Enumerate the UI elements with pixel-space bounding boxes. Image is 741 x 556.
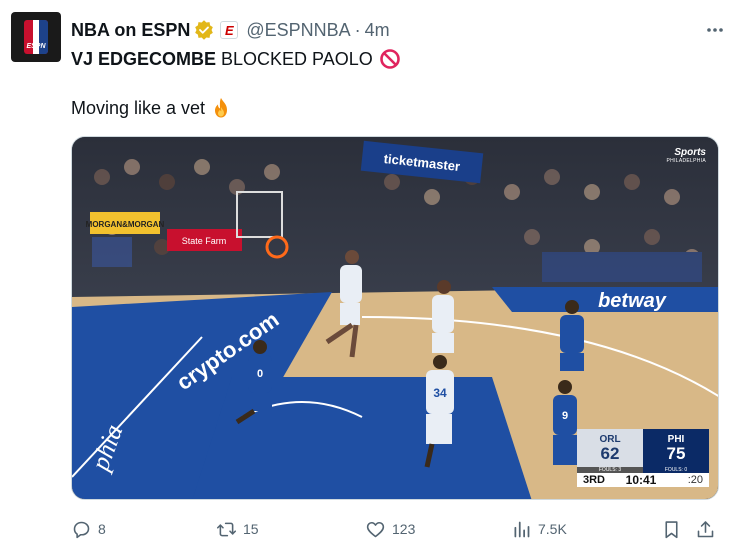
svg-text:9: 9 xyxy=(562,410,568,422)
retweet-count: 15 xyxy=(243,521,259,537)
handle[interactable]: @ESPNNBA xyxy=(246,20,350,41)
svg-text:34: 34 xyxy=(433,386,447,400)
scorebug: ORL 62 PHI 75 FOULS: 3 FOULS: 0 3RD 10:4… xyxy=(577,429,709,487)
reply-count: 8 xyxy=(98,521,106,537)
bookmark-icon xyxy=(665,520,678,538)
svg-text:MORGAN&MORGAN: MORGAN&MORGAN xyxy=(86,220,165,229)
video-media[interactable]: ticketmaster MORGAN&MORGAN State Farm be… xyxy=(71,136,719,500)
broadcaster-logo: Sports PHILADELPHIA xyxy=(667,147,706,164)
nba-logo-icon: ESPN xyxy=(24,20,48,54)
tweet-text-bold: VJ EDGECOMBE xyxy=(71,48,217,69)
avatar[interactable]: ESPN xyxy=(11,12,61,62)
affiliate-badge[interactable]: E xyxy=(220,21,239,39)
share-icon xyxy=(697,520,714,537)
tweet-actions: 8 15 123 7.5K xyxy=(71,514,721,544)
bookmark-button[interactable] xyxy=(661,514,682,544)
ellipsis-icon xyxy=(707,28,723,32)
svg-text:State Farm: State Farm xyxy=(182,236,227,246)
scorebug-team-2: PHI 75 xyxy=(643,429,709,467)
scorebug-team-1: ORL 62 xyxy=(577,429,643,467)
team-2-score: 75 xyxy=(666,443,686,463)
views-button[interactable]: 7.5K xyxy=(511,514,567,544)
like-count: 123 xyxy=(392,521,416,537)
tweet-text-line-2: Moving like a vet xyxy=(71,97,232,119)
avatar-text: ESPN xyxy=(26,43,46,50)
tweet-header: NBA on ESPN E @ESPNNBA · 4m xyxy=(71,18,727,42)
team-1-abbr: ORL xyxy=(599,433,621,445)
team-2-abbr: PHI xyxy=(667,433,685,445)
display-name[interactable]: NBA on ESPN xyxy=(71,20,190,41)
separator: · xyxy=(354,19,361,40)
like-button[interactable]: 123 xyxy=(365,514,415,544)
timestamp[interactable]: 4m xyxy=(365,20,390,41)
heart-icon xyxy=(366,521,385,537)
svg-text:0: 0 xyxy=(257,368,263,380)
game-period: 3RD xyxy=(583,474,606,486)
tweet[interactable]: ESPN NBA on ESPN E @ESPNNBA · 4m VJ EDGE… xyxy=(0,0,741,556)
tweet-text-caption: Moving like a vet xyxy=(71,97,206,118)
views-count: 7.5K xyxy=(538,521,567,537)
share-button[interactable] xyxy=(695,514,716,544)
shot-clock: :20 xyxy=(687,474,703,486)
game-clock: 10:41 xyxy=(625,473,657,487)
broadcaster-line-1: Sports xyxy=(674,147,706,158)
reply-button[interactable]: 8 xyxy=(71,514,106,544)
reply-icon xyxy=(73,521,90,538)
more-options-button[interactable] xyxy=(703,18,727,42)
verified-badge-icon[interactable] xyxy=(194,20,214,40)
tweet-text-line-1: VJ EDGECOMBE BLOCKED PAOLO xyxy=(71,48,401,70)
tweet-text-rest: BLOCKED PAOLO xyxy=(221,48,373,69)
prohibited-emoji-icon xyxy=(379,49,400,69)
team-1-score: 62 xyxy=(600,443,620,463)
svg-text:betway: betway xyxy=(598,290,667,312)
broadcaster-line-2: PHILADELPHIA xyxy=(666,158,706,164)
views-chart-icon xyxy=(514,521,530,537)
retweet-icon xyxy=(216,522,237,536)
affiliate-badge-label: E xyxy=(225,22,234,38)
retweet-button[interactable]: 15 xyxy=(216,514,259,544)
fire-emoji-icon xyxy=(215,98,228,118)
